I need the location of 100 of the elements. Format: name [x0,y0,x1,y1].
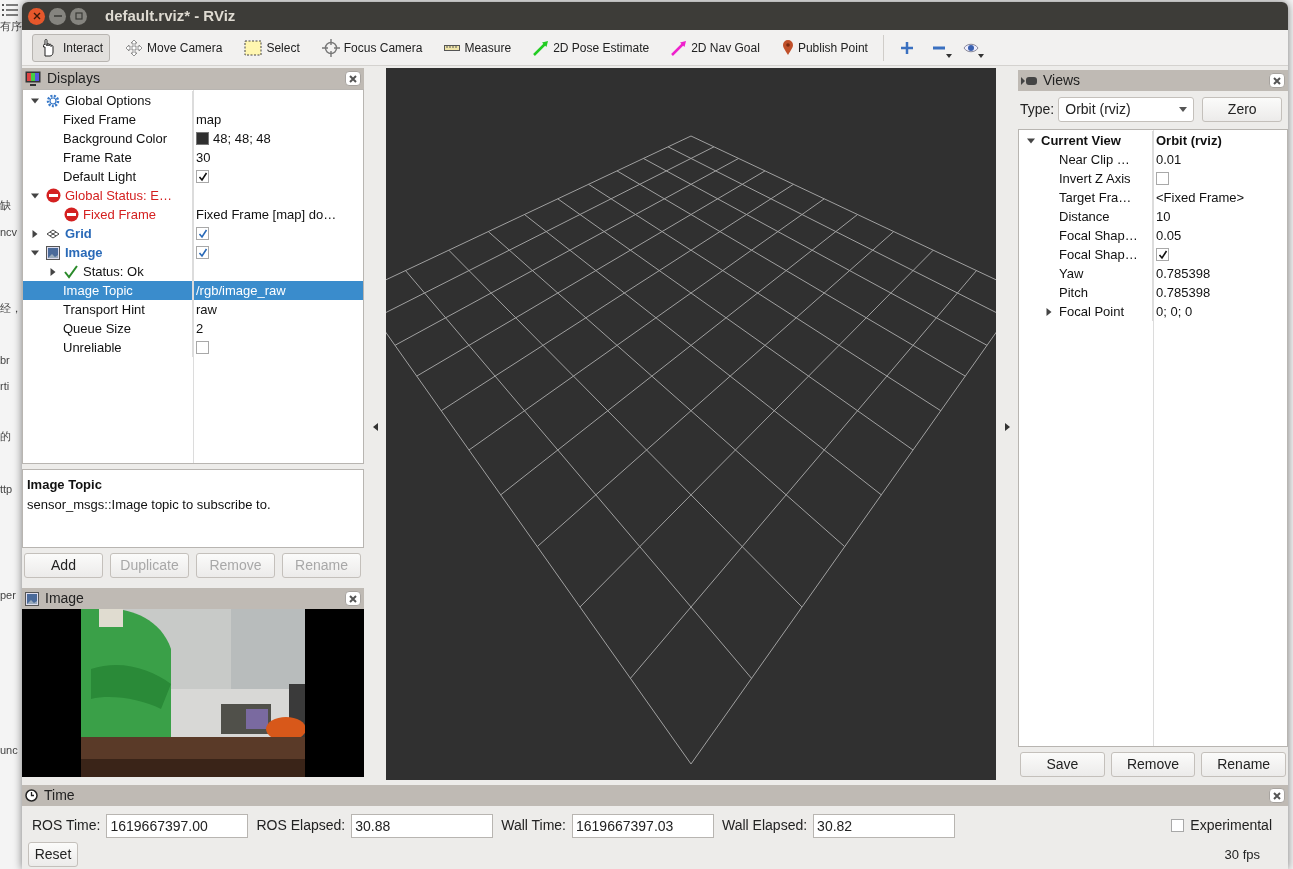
zero-button[interactable]: Zero [1202,97,1283,122]
tree-row[interactable]: Focal Point 0; 0; 0 [1019,302,1287,321]
tree-row[interactable]: Image Topic /rgb/image_raw [23,281,363,300]
property-name: Yaw [1059,264,1084,283]
property-value: 0.01 [1156,150,1182,169]
checkbox[interactable] [196,246,209,259]
tool-button[interactable]: Select [237,33,307,62]
time-field[interactable]: 30.88 [351,813,494,838]
tree-row[interactable]: Invert Z Axis [1019,169,1287,188]
dropdown-caret-icon [977,53,984,58]
property-name: Current View [1041,131,1121,150]
collapsed-arrow-icon[interactable] [31,229,39,238]
expanded-arrow-icon[interactable] [1027,136,1035,145]
expanded-arrow-icon[interactable] [31,248,39,257]
collapse-right-arrow-icon[interactable] [1004,422,1010,431]
map-pin-icon [781,39,794,56]
tool-button[interactable]: Move Camera [118,33,230,62]
time-label: Wall Time: [501,816,566,835]
background-text: 缺 [0,198,11,213]
property-name: Unreliable [63,338,122,357]
checkbox[interactable] [1156,248,1169,261]
tree-row[interactable]: Frame Rate 30 [23,148,363,167]
close-panel-button[interactable] [345,71,361,86]
close-panel-button[interactable] [1269,73,1285,88]
checkbox[interactable] [196,170,209,183]
tree-row[interactable]: Near Clip … 0.01 [1019,150,1287,169]
tool-button[interactable]: Interact [32,33,111,62]
tree-row[interactable]: Transport Hint raw [23,300,363,319]
color-swatch[interactable] [196,132,209,145]
close-panel-button[interactable] [1269,788,1285,803]
tree-row[interactable]: Fixed Frame map [23,110,363,129]
tree-row[interactable]: Unreliable [23,338,363,357]
eye-icon [962,41,979,54]
tree-row[interactable]: Global Options [23,91,363,110]
minimize-button[interactable] [49,7,66,25]
expanded-arrow-icon[interactable] [31,96,39,105]
maximize-button[interactable] [70,7,87,25]
collapsed-arrow-icon[interactable] [1045,307,1053,316]
checkbox[interactable] [1171,819,1185,832]
tool-button[interactable]: Measure [437,33,519,62]
time-label: ROS Elapsed: [256,816,346,835]
time-label: ROS Time: [32,816,101,835]
tree-row[interactable]: Target Fra… <Fixed Frame> [1019,188,1287,207]
collapse-left-arrow-icon[interactable] [372,422,378,431]
type-dropdown[interactable]: Orbit (rviz) [1058,97,1195,122]
tree-row[interactable]: Pitch 0.785398 [1019,283,1287,302]
property-value: 0; 0; 0 [1156,302,1193,321]
checkbox[interactable] [1156,172,1169,185]
property-name: Queue Size [63,319,131,338]
expanded-arrow-icon[interactable] [31,191,39,200]
dropdown-caret-icon [945,53,952,58]
tree-row[interactable]: Current View Orbit (rviz) [1019,131,1287,150]
tree-row[interactable]: Distance 10 [1019,207,1287,226]
tree-row[interactable]: Default Light [23,167,363,186]
close-panel-button[interactable] [345,591,361,606]
close-button[interactable] [28,7,45,25]
tree-row[interactable]: Background Color 48; 48; 48 [23,129,363,148]
reset-button[interactable]: Reset [28,842,78,867]
tree-row[interactable]: Global Status: E… [23,186,363,205]
tree-row[interactable]: Yaw 0.785398 [1019,264,1287,283]
close-icon [349,74,357,83]
collapsed-arrow-icon[interactable] [49,267,57,276]
tool-button[interactable]: 2D Nav Goal [664,33,767,62]
error-icon [45,188,61,203]
window-title: default.rviz* - RViz [105,5,236,26]
tree-row[interactable]: Fixed Frame Fixed Frame [map] do… [23,205,363,224]
property-value: 0.785398 [1156,283,1211,302]
panel-button[interactable]: Remove [1110,752,1196,777]
property-value: 10 [1156,207,1171,226]
tool-button[interactable]: Focus Camera [314,33,430,62]
tool-button[interactable]: Publish Point [774,33,875,62]
tool-button[interactable]: 2D Pose Estimate [526,33,657,62]
tree-row[interactable]: Grid [23,224,363,243]
time-field[interactable]: 30.82 [813,813,956,838]
tree-row[interactable]: Image [23,243,363,262]
panel-button[interactable]: Save [1020,752,1105,777]
background-text: ncv [0,225,18,240]
panel-title: Time [44,786,76,805]
time-field[interactable]: 1619667397.03 [572,813,714,838]
panel-button[interactable]: Rename [1201,752,1286,777]
tree-row[interactable]: Focal Shap… [1019,245,1287,264]
property-value: 0.785398 [1156,264,1211,283]
property-value: Fixed Frame [map] do… [196,205,337,224]
camera-icon [1021,75,1037,86]
tree-row[interactable]: Queue Size 2 [23,319,363,338]
background-text: 有序 [0,19,22,34]
panel-title: Displays [47,69,101,88]
property-name: Focal Shap… [1059,226,1138,245]
panel-button[interactable]: Add [24,553,103,578]
background-text: br [0,353,10,368]
time-field[interactable]: 1619667397.00 [106,813,249,838]
checkbox[interactable] [196,227,209,240]
property-name: Focal Shap… [1059,245,1138,264]
property-name: Global Options [65,91,151,110]
close-icon [349,594,357,603]
move-arrows-icon [125,38,144,57]
tree-row[interactable]: Focal Shap… 0.05 [1019,226,1287,245]
checkbox[interactable] [196,341,209,354]
background-text: ttp [0,482,13,497]
plus-icon [899,40,914,55]
